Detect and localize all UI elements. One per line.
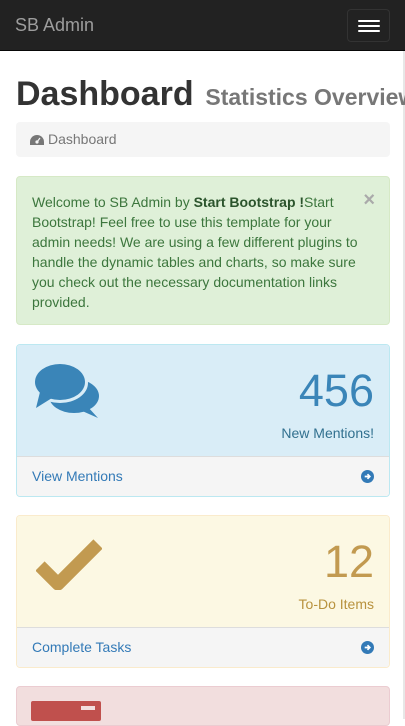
todo-panel: 12 To-Do Items Complete Tasks [16,515,390,668]
mentions-label: New Mentions! [281,425,374,441]
alert-close-button[interactable]: × [363,190,375,210]
comments-icon [32,363,99,418]
arrow-circle-right-icon [361,641,374,654]
shopping-cart-icon [31,701,101,721]
mentions-panel: 456 New Mentions! View Mentions [16,344,390,497]
mentions-panel-heading: 456 New Mentions! [17,345,389,456]
complete-tasks-link[interactable]: Complete Tasks [17,627,389,667]
navbar-toggle-button[interactable] [347,9,390,42]
page-subtitle: Statistics Overview [205,84,405,110]
view-mentions-link[interactable]: View Mentions [17,456,389,496]
alert-text-before: Welcome to SB Admin by [32,194,194,210]
complete-tasks-label[interactable]: Complete Tasks [32,639,131,655]
check-icon [36,539,102,590]
breadcrumb: Dashboard [16,122,390,157]
page-title: Dashboard Statistics Overview [16,74,405,117]
todo-panel-heading: 12 To-Do Items [17,516,389,627]
alert-text-after: Start Bootstrap! Feel free to use this t… [32,194,358,310]
orders-panel [16,686,390,726]
page-title-main: Dashboard [16,75,194,113]
top-navbar: SB Admin [0,0,405,51]
alert-start-bootstrap-link[interactable]: Start Bootstrap ! [194,194,304,210]
welcome-alert: × Welcome to SB Admin by Start Bootstrap… [16,176,390,325]
breadcrumb-label: Dashboard [48,131,117,147]
dashboard-gauge-icon [30,135,44,145]
todo-label: To-Do Items [298,596,374,612]
todo-count: 12 [323,536,374,587]
navbar-brand[interactable]: SB Admin [15,14,94,36]
arrow-circle-right-icon [361,470,374,483]
view-mentions-label[interactable]: View Mentions [32,468,123,484]
mentions-count: 456 [298,365,374,416]
